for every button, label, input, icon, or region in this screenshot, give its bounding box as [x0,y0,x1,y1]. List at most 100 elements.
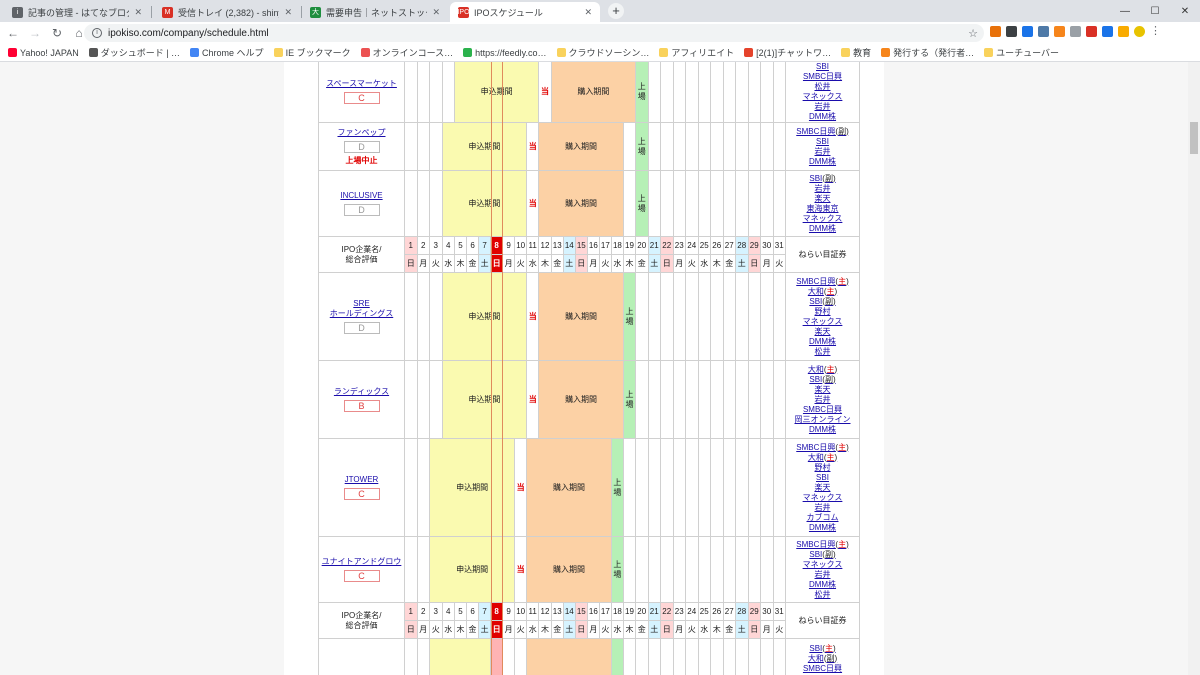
broker-link[interactable]: 楽天 [787,194,859,204]
broker-name[interactable]: 楽天 [815,327,831,336]
broker-name[interactable]: 大和 [808,654,824,663]
broker-link[interactable]: 松井 [787,347,859,357]
broker-name[interactable]: 楽天 [815,385,831,394]
broker-name[interactable]: 松井 [815,347,831,356]
bookmark-item[interactable]: ユーチューバー [984,46,1059,59]
broker-name[interactable]: 岡三オンライン [795,415,851,424]
broker-name[interactable]: マネックス [803,560,843,569]
browser-tab[interactable]: i 記事の管理 - はてなブログ ✕ [4,2,150,22]
broker-link[interactable]: SMBC日興(副) [787,127,859,137]
broker-name[interactable]: 松井 [815,82,831,91]
broker-name[interactable]: 楽天 [815,483,831,492]
broker-name[interactable]: 岩井 [815,503,831,512]
broker-name[interactable]: カブコム [807,513,839,522]
broker-name[interactable]: 松井 [815,590,831,599]
broker-name[interactable]: DMM株 [809,224,836,233]
broker-name[interactable]: マネックス [803,317,843,326]
site-info-icon[interactable]: i [92,28,102,38]
broker-name[interactable]: 大和 [808,287,824,296]
broker-name[interactable]: SBI [809,174,822,183]
company-link[interactable]: JTOWER [320,475,404,485]
bookmark-item[interactable]: [2(1)]チャットワ… [744,46,831,59]
broker-name[interactable]: 野村 [815,307,831,316]
reload-icon[interactable]: ↻ [48,24,66,42]
broker-link[interactable]: マネックス [787,92,859,102]
broker-link[interactable]: SMBC日興(主) [787,277,859,287]
broker-link[interactable]: カブコム [787,513,859,523]
broker-name[interactable]: 岩井 [815,147,831,156]
broker-link[interactable]: 松井 [787,590,859,600]
broker-link[interactable]: 岩井 [787,570,859,580]
broker-name[interactable]: SBI [809,550,822,559]
bookmark-item[interactable]: Chrome ヘルプ [190,46,264,59]
broker-link[interactable]: 岩井 [787,184,859,194]
broker-link[interactable]: SBI(副) [787,174,859,184]
extension-icon[interactable] [1102,26,1113,37]
broker-name[interactable]: 野村 [815,463,831,472]
company-link[interactable]: スペースマーケット [320,79,404,89]
broker-name[interactable]: DMM株 [809,157,836,166]
broker-link[interactable]: SMBC日興 [787,405,859,415]
broker-link[interactable]: マネックス [787,560,859,570]
broker-link[interactable]: 大和(副) [787,654,859,664]
extension-icon[interactable] [1134,26,1145,37]
broker-link[interactable]: SBI [787,473,859,483]
broker-link[interactable]: 岩井 [787,102,859,112]
broker-name[interactable]: SMBC日興 [803,72,842,81]
bookmark-star-icon[interactable]: ☆ [968,27,978,40]
browser-tab[interactable]: M 受信トレイ (2,382) - shinya.y ✕ [154,2,300,22]
extension-icon[interactable] [1038,26,1049,37]
broker-name[interactable]: SBI [809,375,822,384]
broker-name[interactable]: 楽天 [815,194,831,203]
broker-link[interactable]: DMM株 [787,580,859,590]
extension-icon[interactable] [1006,26,1017,37]
broker-name[interactable]: SBI [816,137,829,146]
extension-icon[interactable] [1070,26,1081,37]
broker-link[interactable]: DMM株 [787,523,859,533]
broker-name[interactable]: SBI [816,62,829,71]
address-bar[interactable]: i ipokiso.com/company/schedule.html ☆ [84,24,984,42]
bookmark-item[interactable]: オンラインコース… [360,46,453,59]
scrollbar-thumb[interactable] [1190,122,1198,154]
broker-link[interactable]: 楽天 [787,483,859,493]
forward-arrow-icon[interactable]: → [26,24,44,42]
broker-name[interactable]: SMBC日興 [796,127,835,136]
bookmark-item[interactable]: 教育 [841,46,871,59]
bookmark-item[interactable]: IE ブックマーク [273,46,351,59]
broker-link[interactable]: 野村 [787,307,859,317]
broker-link[interactable]: SBI(副) [787,550,859,560]
broker-link[interactable]: DMM株 [787,112,859,122]
bookmark-item[interactable]: クラウドソーシン… [556,46,649,59]
company-link[interactable]: SRE ホールディングス [320,299,404,319]
broker-name[interactable]: 大和 [808,365,824,374]
broker-link[interactable]: DMM株 [787,157,859,167]
broker-name[interactable]: SMBC日興 [796,540,835,549]
broker-name[interactable]: 岩井 [815,395,831,404]
company-link[interactable]: ユナイトアンドグロウ [320,557,404,567]
extension-icon[interactable] [1054,26,1065,37]
broker-name[interactable]: SBI [816,473,829,482]
close-tab-icon[interactable]: ✕ [134,7,142,18]
broker-link[interactable]: SMBC日興 [787,664,859,674]
broker-name[interactable]: DMM株 [809,580,836,589]
broker-link[interactable]: 野村 [787,463,859,473]
vertical-scrollbar[interactable] [1188,62,1200,675]
extension-icon[interactable] [1022,26,1033,37]
broker-link[interactable]: 楽天 [787,385,859,395]
broker-link[interactable]: 岩井 [787,147,859,157]
broker-name[interactable]: マネックス [803,92,843,101]
broker-link[interactable]: 岩井 [787,395,859,405]
bookmark-item[interactable]: Yahoo! JAPAN [8,48,79,58]
broker-link[interactable]: SBI(主) [787,644,859,654]
extension-icon[interactable] [1118,26,1129,37]
broker-name[interactable]: 東海東京 [807,204,839,213]
company-link[interactable]: INCLUSIVE [320,191,404,201]
company-link[interactable]: ランディックス [320,387,404,397]
broker-link[interactable]: 楽天 [787,327,859,337]
close-tab-icon[interactable]: ✕ [584,7,592,18]
maximize-icon[interactable]: ☐ [1140,0,1170,22]
back-arrow-icon[interactable]: ← [4,24,22,42]
broker-link[interactable]: マネックス [787,214,859,224]
broker-name[interactable]: SMBC日興 [796,443,835,452]
broker-name[interactable]: SMBC日興 [803,405,842,414]
